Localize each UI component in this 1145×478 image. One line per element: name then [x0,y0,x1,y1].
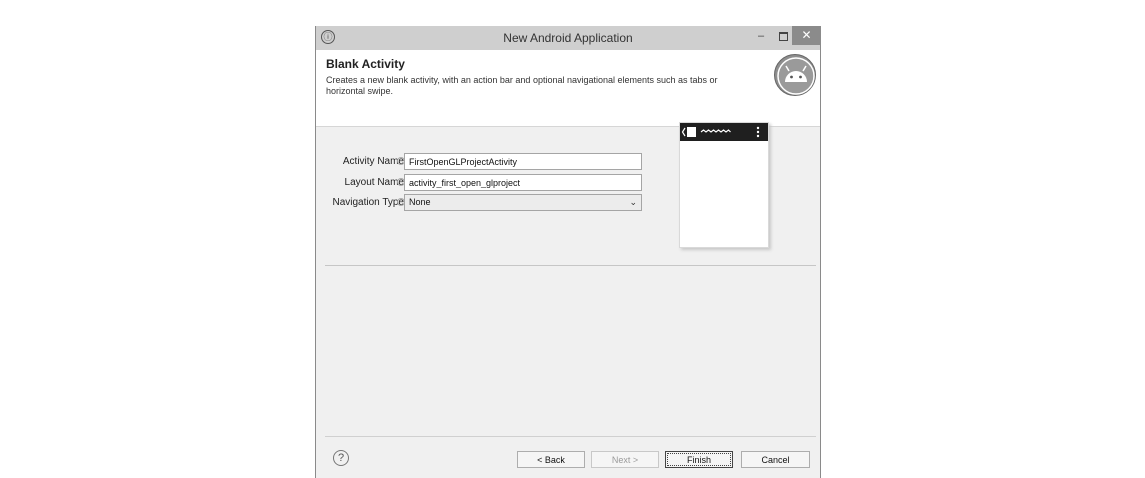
content-separator [325,265,816,266]
app-icon-placeholder [687,127,696,137]
layout-name-label: Layout Name [344,177,404,188]
help-icon[interactable]: ? [333,450,349,466]
preview-action-bar [680,123,768,141]
new-android-application-dialog: ⓘ New Android Application – ✕ Blank Acti… [315,26,821,478]
finish-button[interactable]: Finish [665,451,733,468]
title-squiggle [700,129,731,133]
page-title: Blank Activity [326,57,405,71]
footer-separator [325,436,816,437]
maximize-button[interactable] [772,26,794,46]
activity-preview [679,122,769,248]
navigation-type-label: Navigation Type [332,197,404,208]
navigation-type-select[interactable]: None ⌄ [404,194,642,211]
activity-name-label: Activity Name [342,156,404,167]
maximize-icon [778,31,788,41]
close-button[interactable]: ✕ [792,26,821,45]
wizard-header: Blank Activity Creates a new blank activ… [316,50,820,127]
activity-name-input[interactable] [404,153,642,170]
back-button[interactable]: < Back [517,451,585,468]
back-caret-icon [681,127,686,137]
next-button[interactable]: Next > [591,451,659,468]
title-bar[interactable]: ⓘ New Android Application – ✕ [316,26,821,50]
layout-name-input[interactable] [404,174,642,191]
chevron-down-icon: ⌄ [629,197,637,207]
page-description: Creates a new blank activity, with an ac… [326,75,718,96]
android-logo-icon [774,54,816,96]
minimize-button[interactable]: – [750,26,772,46]
navigation-type-value: None [409,197,431,207]
cancel-button[interactable]: Cancel [741,451,810,468]
window-title: New Android Application [503,31,633,45]
